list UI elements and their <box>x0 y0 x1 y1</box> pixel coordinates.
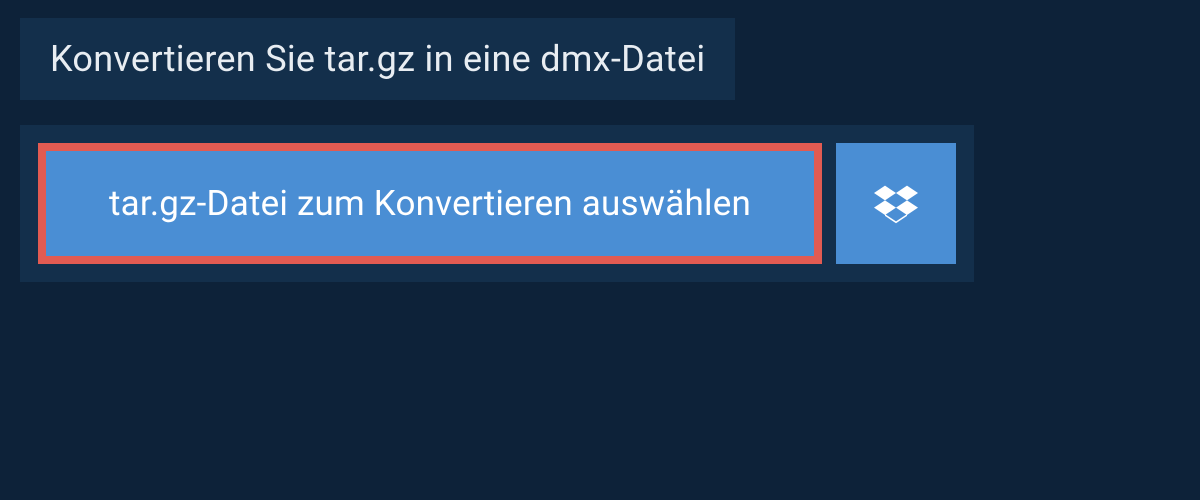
dropbox-button[interactable] <box>836 143 956 264</box>
dropbox-icon <box>874 182 918 226</box>
select-file-button[interactable]: tar.gz-Datei zum Konvertieren auswählen <box>38 143 822 264</box>
page-title: Konvertieren Sie tar.gz in eine dmx-Date… <box>50 38 705 80</box>
header-bar: Konvertieren Sie tar.gz in eine dmx-Date… <box>20 18 735 100</box>
select-file-button-label: tar.gz-Datei zum Konvertieren auswählen <box>109 183 751 224</box>
upload-area: tar.gz-Datei zum Konvertieren auswählen <box>20 125 974 282</box>
